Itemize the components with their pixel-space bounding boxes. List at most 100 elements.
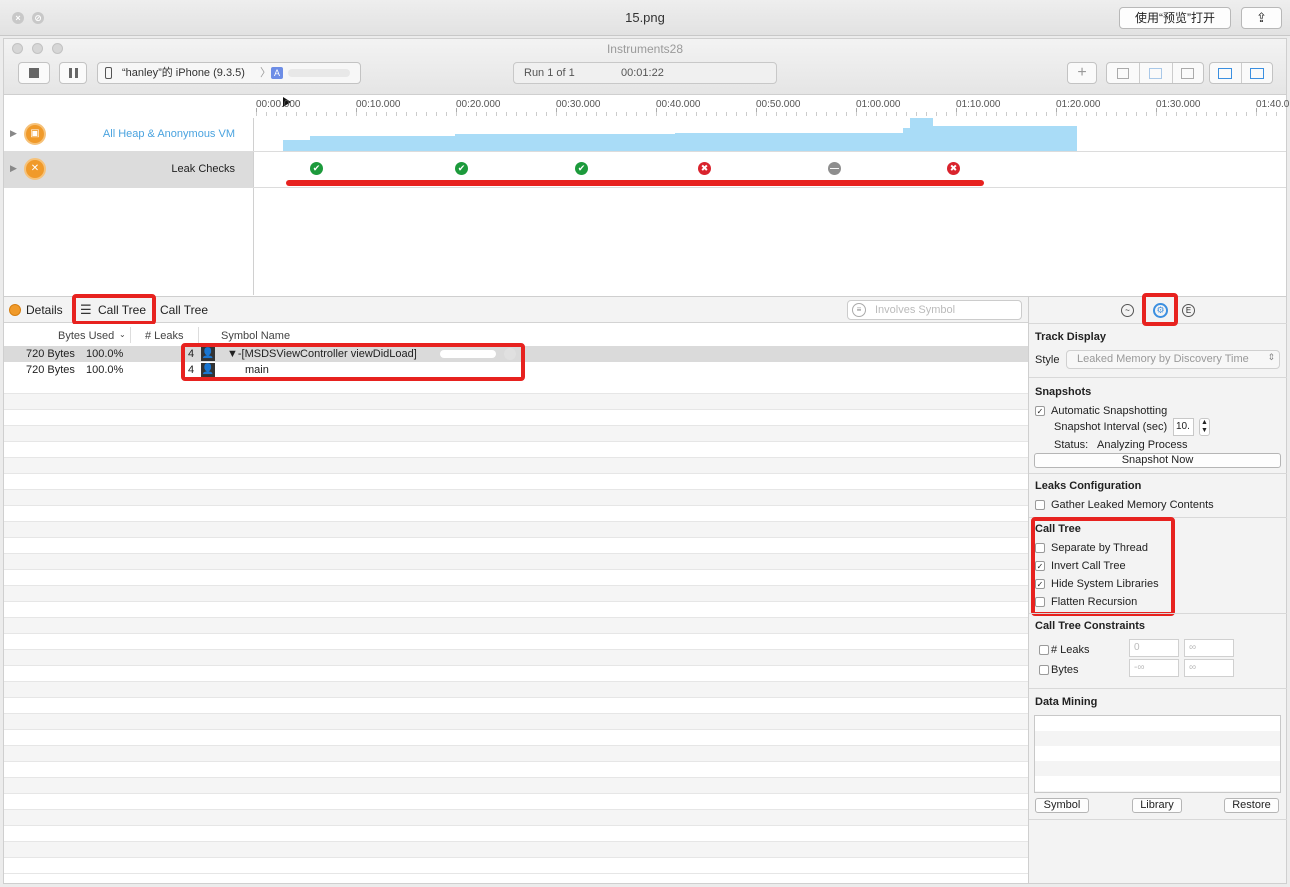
open-with-preview-button[interactable]: 使用“预览”打开 [1119,7,1231,29]
disclosure-triangle-icon[interactable]: ▶ [10,163,17,174]
leak-check-leak-icon[interactable]: ✖ [698,162,711,175]
status-label: Status: [1054,439,1089,451]
ruler-minor-tick [576,112,577,116]
timeline-ruler[interactable]: 00:00.000 00:10.000 00:20.000 00:30.000 00:4… [254,96,1289,118]
gather-contents-checkbox[interactable] [1035,500,1045,510]
ruler-minor-tick [566,112,567,116]
ruler-minor-tick [1106,112,1107,116]
ruler-minor-tick [956,112,957,116]
breadcrumb-details[interactable]: Details [26,303,63,317]
bytes-max-field[interactable]: ∞ [1184,659,1234,677]
leak-check-ok-icon[interactable]: ✔ [310,162,323,175]
add-instrument-button[interactable]: + [1067,62,1097,84]
snapshot-now-button[interactable]: Snapshot Now [1034,453,1281,468]
track-label-heap: All Heap & Anonymous VM [102,128,235,140]
instruments-toolbar: Instruments28 “hanley”的 iPhone (9.3.5) 〉… [4,39,1286,95]
leaks-instrument-icon: ✕ [24,158,46,180]
ruler-minor-tick [536,112,537,116]
stop-record-button[interactable] [18,62,50,84]
leak-check-none-icon[interactable]: — [828,162,841,175]
ruler-minor-tick [696,112,697,116]
ruler-tick-label: 00:10.000 [356,99,401,110]
grid-view-icon[interactable] [1181,68,1194,79]
ruler-minor-tick [1156,112,1157,116]
empty-table-row [4,810,1028,826]
ruler-minor-tick [1016,112,1017,116]
pause-icon [69,68,72,78]
annotation-box-call-tree-options [1031,517,1175,616]
ruler-minor-tick [476,112,477,116]
disclosure-triangle-icon[interactable]: ▶ [10,128,17,139]
pause-button[interactable] [59,62,87,84]
ruler-minor-tick [856,112,857,116]
bytes-min-field[interactable]: -∞ [1129,659,1179,677]
record-settings-icon[interactable] [1117,68,1129,79]
annotation-box-rows [181,343,525,381]
share-button[interactable]: ⇪ [1241,7,1282,29]
track-all-heap[interactable]: ▶ ▣ All Heap & Anonymous VM [4,118,1286,152]
data-mining-list[interactable] [1034,715,1281,793]
preview-window-title: 15.png [625,10,665,25]
restore-button[interactable]: Restore [1224,798,1279,813]
empty-table-row [4,746,1028,762]
auto-snapshot-checkbox[interactable]: ✓ [1035,406,1045,416]
extended-detail-icon[interactable]: E [1182,304,1195,317]
ruler-minor-tick [346,112,347,116]
list-view-icon[interactable] [1149,68,1162,79]
ruler-minor-tick [486,112,487,116]
allocations-instrument-icon: ▣ [24,123,46,145]
ruler-minor-tick [396,112,397,116]
interval-stepper[interactable]: ▲ ▼ [1199,418,1210,436]
ruler-minor-tick [426,112,427,116]
target-device-selector[interactable]: “hanley”的 iPhone (9.3.5) 〉 A [97,62,361,84]
ruler-tick-label: 01:00.000 [856,99,901,110]
ruler-minor-tick [826,112,827,116]
leaks-min-field[interactable]: 0 [1129,639,1179,657]
ruler-minor-tick [736,112,737,116]
section-leaks-configuration: Leaks Configuration [1035,480,1142,492]
ruler-minor-tick [1046,112,1047,116]
leaks-instrument-small-icon [9,304,21,316]
symbol-button[interactable]: Symbol [1035,798,1089,813]
bottom-panel-icon[interactable] [1218,68,1232,79]
ruler-minor-tick [726,112,727,116]
heap-graph [283,118,1077,151]
leaks-max-field[interactable]: ∞ [1184,639,1234,657]
panel-toggle-segmented[interactable] [1209,62,1273,84]
record-settings-icon[interactable]: ~ [1121,304,1134,317]
column-bytes-used[interactable]: Bytes Used [58,330,114,342]
preview-title-bar: × ⊘ 15.png 使用“预览”打开 ⇪ [0,0,1290,36]
right-panel-icon[interactable] [1250,68,1264,79]
library-button[interactable]: Library [1132,798,1182,813]
leak-check-ok-icon[interactable]: ✔ [455,162,468,175]
empty-table-row [4,522,1028,538]
empty-table-row [4,826,1028,842]
ruler-minor-tick [1116,112,1117,116]
view-mode-segmented[interactable] [1106,62,1204,84]
ruler-minor-tick [326,112,327,116]
ruler-minor-tick [706,112,707,116]
stop-icon [29,68,39,78]
ruler-minor-tick [1056,112,1057,116]
leak-check-leak-icon[interactable]: ✖ [947,162,960,175]
leak-check-ok-icon[interactable]: ✔ [575,162,588,175]
column-leaks[interactable]: # Leaks [145,330,184,342]
ruler-minor-tick [1096,112,1097,116]
breadcrumb-call-tree-2[interactable]: Call Tree [160,303,208,317]
interval-field[interactable]: 10. [1173,418,1194,436]
column-symbol-name[interactable]: Symbol Name [221,330,290,342]
ruler-minor-tick [716,112,717,116]
ruler-minor-tick [596,112,597,116]
ruler-minor-tick [406,112,407,116]
search-field[interactable]: ≡ Involves Symbol [847,300,1022,320]
track-label-leaks: Leak Checks [171,163,235,175]
bytes-constraint-checkbox[interactable] [1039,665,1049,675]
empty-table-row [4,506,1028,522]
style-dropdown[interactable]: Leaked Memory by Discovery Time ⇕ [1066,350,1280,369]
run-status-box[interactable]: Run 1 of 1 00:01:22 [513,62,777,84]
ruler-tick-label: 01:30.000 [1156,99,1201,110]
ruler-tick-label: 00:40.000 [656,99,701,110]
ruler-minor-tick [376,112,377,116]
leaks-constraint-checkbox[interactable] [1039,645,1049,655]
row-percent: 100.0% [86,364,124,376]
